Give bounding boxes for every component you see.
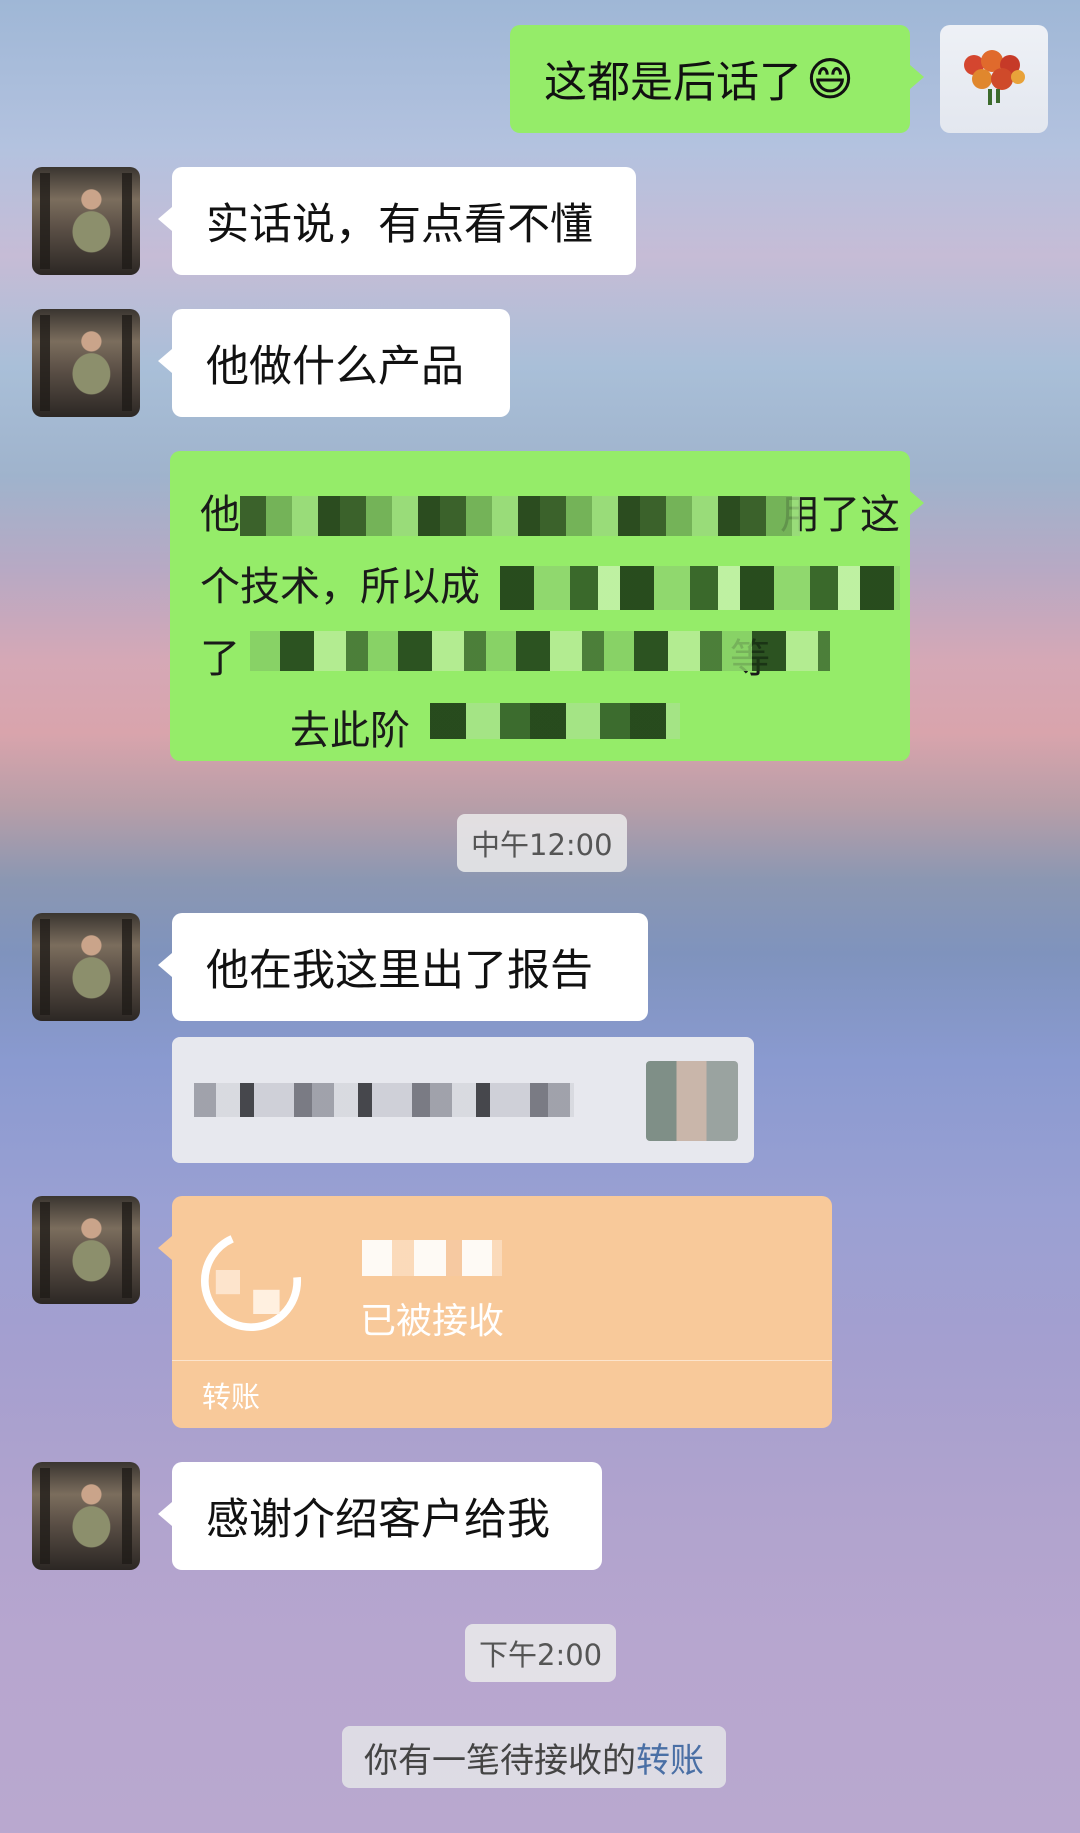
avatar-contact[interactable]	[32, 309, 140, 417]
transfer-label: 转账	[202, 1380, 261, 1414]
message-text: 他在我这里出了报告	[206, 946, 593, 996]
mosaic-block	[194, 1083, 574, 1117]
mosaic-block	[240, 496, 800, 536]
message-bubble-sent-redacted[interactable]: 他 个技术，所以成 了 去此阶 用了这 等	[170, 451, 924, 761]
link-card-redacted[interactable]	[172, 1037, 754, 1163]
avatar-contact[interactable]	[32, 1196, 140, 1304]
avatar-contact[interactable]	[32, 167, 140, 275]
mosaic-block	[250, 631, 830, 671]
message-text: 实话说，有点看不懂	[206, 200, 593, 250]
transfer-status: 已被接收	[360, 1301, 505, 1342]
transfer-link[interactable]: 转账	[636, 1733, 704, 1782]
transfer-icon	[200, 1230, 302, 1332]
avatar-contact[interactable]	[32, 1462, 140, 1570]
message-bubble-received[interactable]: 他做什么产品	[158, 309, 510, 417]
timestamp: 中午12:00	[457, 814, 627, 872]
message-bubble-received[interactable]: 感谢介绍客户给我	[158, 1462, 602, 1570]
message-text: 感谢介绍客户给我	[206, 1495, 550, 1545]
roses-icon	[964, 50, 1025, 105]
message-text: 这都是后话了	[544, 58, 802, 108]
transfer-card[interactable]: 已被接收 转账	[158, 1196, 832, 1428]
pending-transfer-notice: 你有一笔待接收的 转账	[342, 1726, 726, 1788]
mosaic-block	[430, 703, 680, 739]
grin-emoji: 😄	[806, 52, 854, 106]
avatar-self[interactable]	[940, 25, 1048, 133]
notice-text: 你有一笔待接收的	[364, 1740, 636, 1781]
avatar-contact[interactable]	[32, 913, 140, 1021]
timestamp: 下午2:00	[465, 1624, 617, 1682]
mosaic-block	[362, 1240, 502, 1276]
mosaic-block	[500, 566, 900, 610]
thumbnail-redacted	[646, 1061, 738, 1141]
message-bubble-received[interactable]: 他在我这里出了报告	[158, 913, 648, 1021]
message-bubble-received[interactable]: 实话说，有点看不懂	[158, 167, 636, 275]
message-text: 他做什么产品	[206, 342, 464, 392]
message-bubble-sent[interactable]: 这都是后话了 😄	[510, 25, 924, 133]
